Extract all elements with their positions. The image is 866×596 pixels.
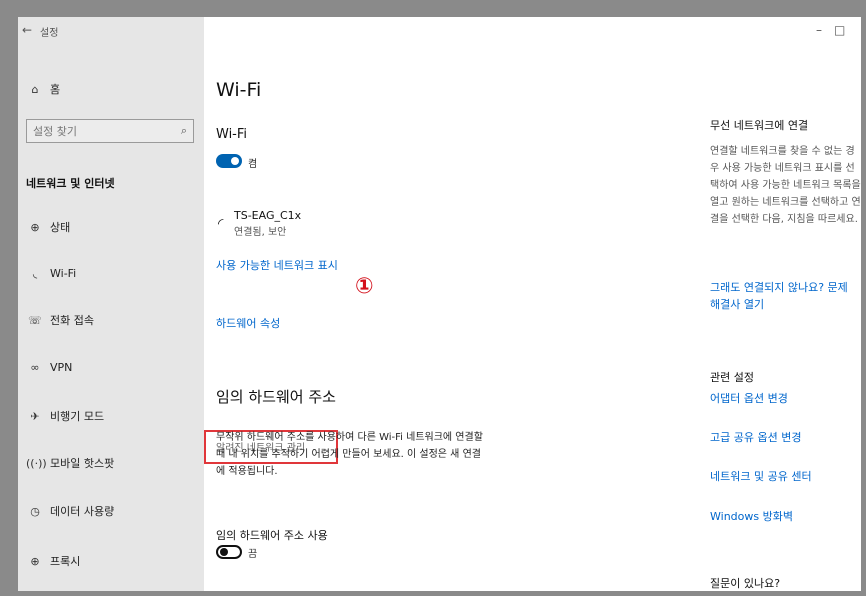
sidebar-item-dialup[interactable]: ☏ 전화 접속 [18,305,204,335]
search-input[interactable]: 설정 찾기 ⌕ [26,119,194,143]
sidebar: ← 설정 ⌂ 홈 설정 찾기 ⌕ 네트워크 및 인터넷 ⊕ 상태 ◟ Wi-Fi… [18,17,204,591]
troubleshoot-link[interactable]: 그래도 연결되지 않나요? 문제 해결사 열기 [710,279,861,313]
sidebar-item-label: VPN [50,360,73,374]
data-usage-icon: ◷ [30,504,40,518]
network-status: 연결됨, 보안 [234,227,287,238]
wifi-signal-icon: ◜ [218,216,224,232]
sidebar-item-proxy[interactable]: ⊕ 프록시 [18,546,204,576]
toggle-knob [231,157,239,165]
show-networks-link[interactable]: 사용 가능한 네트워크 표시 [216,257,338,273]
airplane-icon: ✈ [30,409,40,423]
sidebar-item-vpn[interactable]: ∞ VPN [18,352,204,382]
toggle-knob [220,548,228,556]
wifi-label: Wi-Fi [216,127,248,142]
right-panel: 무선 네트워크에 연결 연결할 네트워크를 찾을 수 없는 경우 사용 가능한 … [710,17,861,591]
sidebar-item-label: 데이터 사용량 [50,505,115,518]
sidebar-item-data-usage[interactable]: ◷ 데이터 사용량 [18,496,204,526]
sidebar-item-airplane[interactable]: ✈ 비행기 모드 [18,401,204,431]
sidebar-item-label: Wi-Fi [50,266,77,280]
hardware-properties-link[interactable]: 하드웨어 속성 [216,315,280,331]
wifi-toggle[interactable] [216,154,242,168]
random-hw-description: 무작위 하드웨어 주소를 사용하여 다른 Wi-Fi 네트워크에 연결할 때 내… [216,432,483,477]
sidebar-item-label: 전화 접속 [50,314,94,327]
window-title: 설정 [40,28,59,39]
sidebar-item-home[interactable]: ⌂ 홈 [18,74,204,104]
wifi-icon: ◟ [32,266,38,280]
random-hw-use-label: 임의 하드웨어 주소 사용 [216,529,328,542]
sidebar-item-label: 프록시 [50,555,81,568]
vpn-icon: ∞ [30,360,40,374]
sidebar-item-label: 비행기 모드 [50,410,105,423]
globe-icon: ⊕ [30,554,40,568]
sharing-options-link[interactable]: 고급 공유 옵션 변경 [710,429,801,446]
search-icon: ⌕ [180,124,187,137]
sidebar-item-label: 상태 [50,221,71,234]
dialup-icon: ☏ [28,313,42,327]
wireless-heading: 무선 네트워크에 연결 [710,119,809,132]
search-placeholder: 설정 찾기 [33,125,77,138]
home-icon: ⌂ [31,82,39,96]
wifi-toggle-state: 켬 [248,159,258,170]
sidebar-section-header: 네트워크 및 인터넷 [26,177,115,190]
sidebar-item-label: 모바일 핫스팟 [50,457,115,470]
hotspot-icon: ((·)) [26,456,47,470]
network-center-link[interactable]: 네트워크 및 공유 센터 [710,468,812,485]
sidebar-item-status[interactable]: ⊕ 상태 [18,212,204,242]
random-hw-toggle-state: 끔 [248,549,258,560]
screenshot-frame: ← 설정 ⌂ 홈 설정 찾기 ⌕ 네트워크 및 인터넷 ⊕ 상태 ◟ Wi-Fi… [0,0,866,596]
network-name[interactable]: TS-EAG_C1x [234,209,301,222]
random-hw-heading: 임의 하드웨어 주소 [216,388,336,406]
main-content: Wi-Fi Wi-Fi 켬 ◜ TS-EAG_C1x 연결됨, 보안 사용 가능… [204,17,861,591]
firewall-link[interactable]: Windows 방화벽 [710,508,793,525]
back-icon[interactable]: ← [22,23,32,37]
question-heading: 질문이 있나요? [710,577,781,590]
random-hw-toggle[interactable] [216,545,242,559]
wireless-description: 연결할 네트워크를 찾을 수 없는 경우 사용 가능한 네트워크 표시를 선택하… [710,146,861,225]
status-icon: ⊕ [30,220,40,234]
sidebar-item-wifi[interactable]: ◟ Wi-Fi [18,258,204,288]
settings-window: ← 설정 ⌂ 홈 설정 찾기 ⌕ 네트워크 및 인터넷 ⊕ 상태 ◟ Wi-Fi… [18,17,861,591]
sidebar-item-hotspot[interactable]: ((·)) 모바일 핫스팟 [18,448,204,478]
adapter-options-link[interactable]: 어댑터 옵션 변경 [710,390,788,407]
page-title: Wi-Fi [216,79,262,101]
step-marker: ① [355,274,374,299]
sidebar-item-label: 홈 [50,83,61,96]
related-settings-heading: 관련 설정 [710,371,754,384]
